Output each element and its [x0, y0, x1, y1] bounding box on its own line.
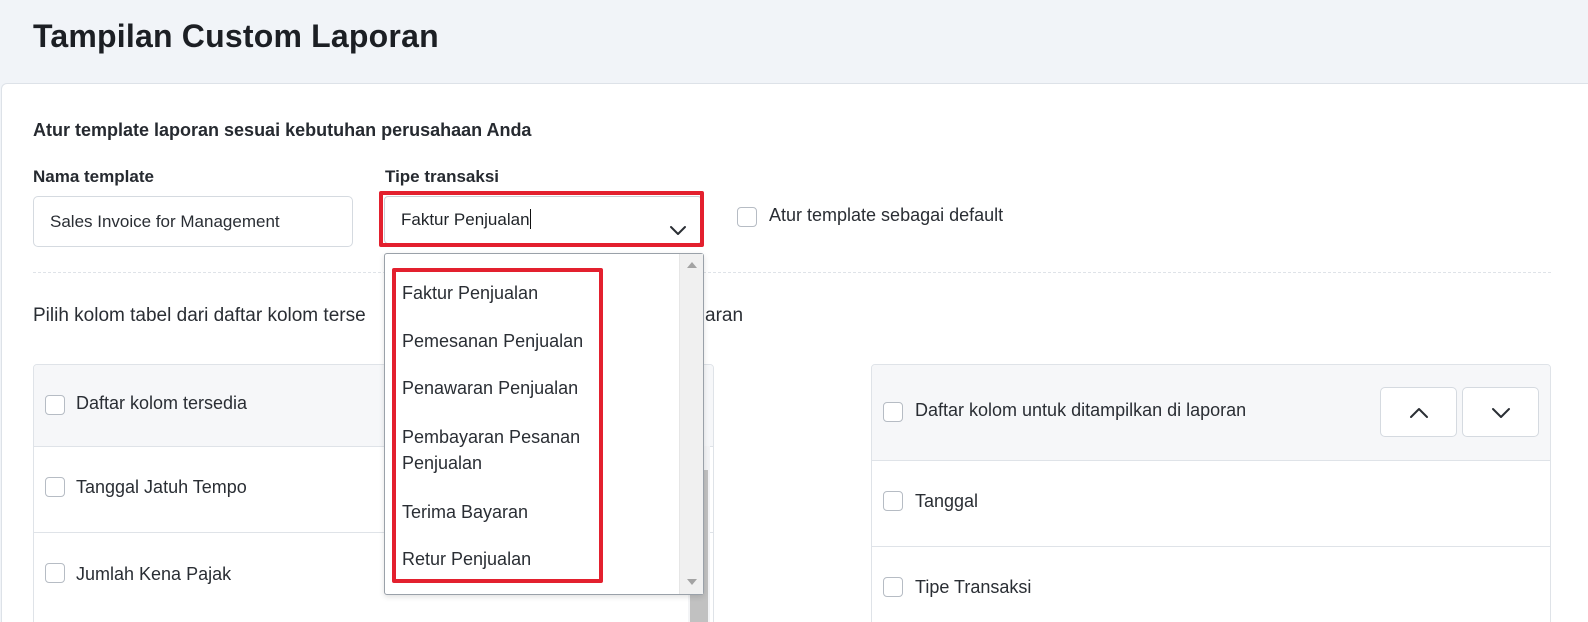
- transaction-type-select[interactable]: Faktur Penjualan: [384, 196, 702, 244]
- transaction-type-value: Faktur Penjualan: [401, 210, 530, 229]
- available-column-item[interactable]: Tanggal Jatuh Tempo: [76, 477, 247, 498]
- selected-column-checkbox[interactable]: [883, 577, 903, 597]
- scroll-down-arrow-icon[interactable]: [687, 579, 697, 585]
- dropdown-option[interactable]: Pembayaran Pesanan Penjualan: [402, 424, 580, 476]
- select-all-available-checkbox[interactable]: [45, 395, 65, 415]
- transaction-type-label: Tipe transaksi: [385, 167, 500, 186]
- selected-column-checkbox[interactable]: [883, 491, 903, 511]
- instruction-text-right: aran: [705, 305, 744, 326]
- selected-columns-title: Daftar kolom untuk ditampilkan di lapora…: [915, 400, 1247, 420]
- instruction-text-left: Pilih kolom tabel dari daftar kolom ters…: [33, 305, 366, 326]
- move-down-button[interactable]: [1462, 387, 1539, 437]
- template-name-value: Sales Invoice for Management: [50, 212, 280, 231]
- selected-column-item[interactable]: Tanggal: [915, 491, 978, 512]
- scroll-up-arrow-icon[interactable]: [687, 262, 697, 268]
- dropdown-option[interactable]: Faktur Penjualan: [402, 280, 538, 306]
- template-name-input[interactable]: Sales Invoice for Management: [33, 196, 353, 247]
- move-up-button[interactable]: [1380, 387, 1457, 437]
- available-column-checkbox[interactable]: [45, 563, 65, 583]
- row-divider: [872, 546, 1550, 547]
- page-title: Tampilan Custom Laporan: [33, 18, 439, 54]
- chevron-down-icon: [669, 211, 687, 235]
- chevron-up-icon: [1410, 408, 1428, 418]
- available-column-item[interactable]: Jumlah Kena Pajak: [76, 564, 231, 585]
- dropdown-option[interactable]: Terima Bayaran: [402, 499, 528, 525]
- dropdown-scrollbar[interactable]: [679, 254, 703, 594]
- page-header: Tampilan Custom Laporan: [0, 0, 1588, 84]
- dropdown-option[interactable]: Penawaran Penjualan: [402, 375, 578, 401]
- default-template-checkbox[interactable]: [737, 207, 757, 227]
- available-column-checkbox[interactable]: [45, 477, 65, 497]
- dropdown-option[interactable]: Pemesanan Penjualan: [402, 328, 583, 354]
- transaction-type-dropdown[interactable]: Faktur Penjualan Pemesanan Penjualan Pen…: [384, 253, 704, 595]
- text-cursor: [529, 209, 531, 229]
- default-template-label: Atur template sebagai default: [769, 205, 1004, 225]
- available-columns-title: Daftar kolom tersedia: [76, 393, 248, 413]
- dropdown-option[interactable]: Retur Penjualan: [402, 546, 531, 572]
- form-subtitle: Atur template laporan sesuai kebutuhan p…: [33, 120, 532, 140]
- select-all-selected-checkbox[interactable]: [883, 402, 903, 422]
- chevron-down-icon: [1492, 408, 1510, 418]
- section-divider: [33, 272, 1551, 273]
- template-name-label: Nama template: [33, 167, 154, 186]
- selected-column-item[interactable]: Tipe Transaksi: [915, 577, 1031, 598]
